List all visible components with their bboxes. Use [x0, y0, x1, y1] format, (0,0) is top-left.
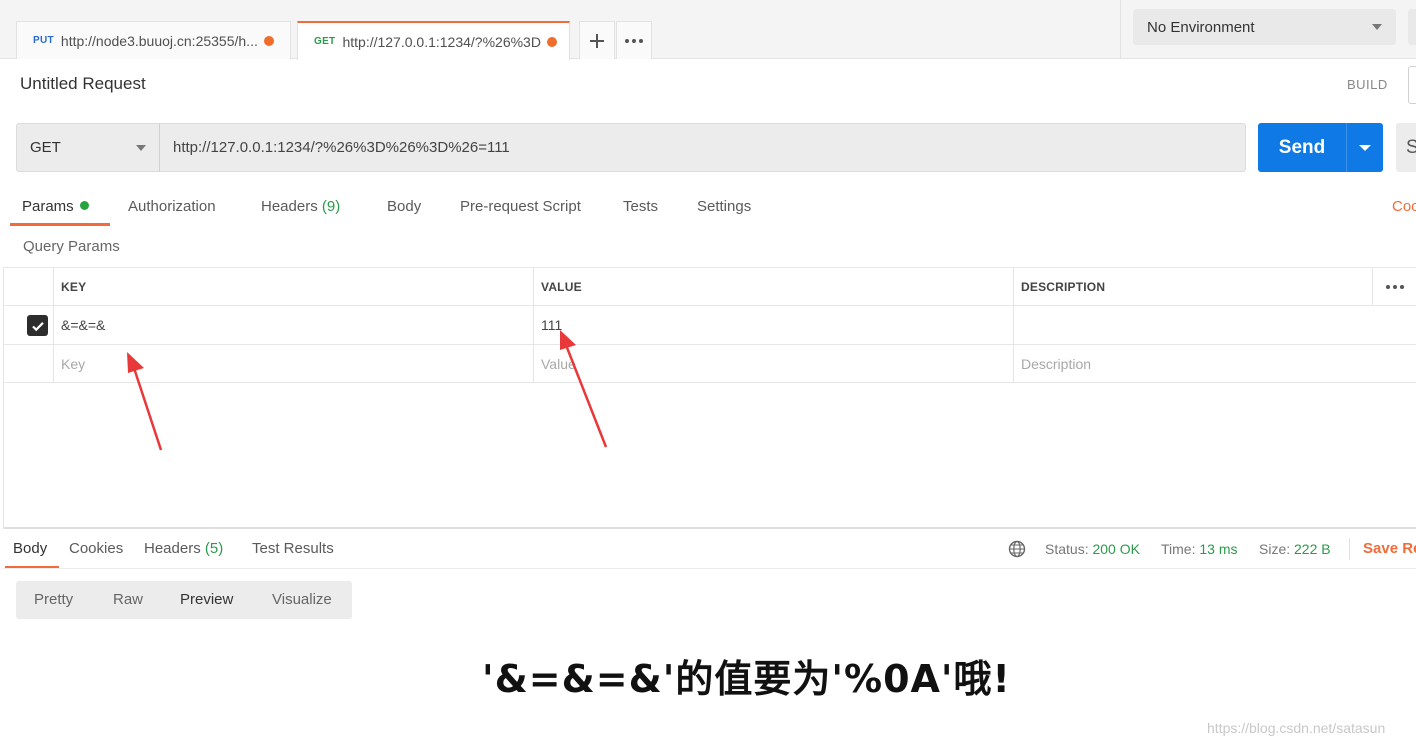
mode-toggle[interactable]	[1408, 66, 1416, 104]
response-time: Time: 13 ms	[1161, 541, 1238, 557]
request-tab-get[interactable]: GET http://127.0.0.1:1234/?%26%3D...	[297, 21, 570, 60]
table-header-row: KEY VALUE DESCRIPTION	[3, 267, 1416, 305]
request-tab-put[interactable]: PUT http://node3.buuoj.cn:25355/h...	[16, 21, 291, 59]
view-visualize-button[interactable]: Visualize	[272, 591, 332, 608]
view-pretty-button[interactable]: Pretty	[34, 591, 73, 608]
unsaved-dot-icon	[263, 35, 274, 46]
request-url-input[interactable]: http://127.0.0.1:1234/?%26%3D%26%3D%26=1…	[159, 123, 1246, 172]
chevron-down-icon	[1372, 24, 1382, 30]
tab-pre-request-script[interactable]: Pre-request Script	[460, 198, 581, 215]
tab-label: Headers	[144, 540, 201, 557]
column-header-description: DESCRIPTION	[1013, 268, 1372, 305]
checkmark-icon	[31, 321, 44, 331]
method-label: GET	[30, 139, 61, 156]
environment-label: No Environment	[1147, 18, 1255, 36]
code-link[interactable]: Coo	[1392, 198, 1416, 215]
divider	[1349, 538, 1350, 560]
watermark: https://blog.csdn.net/satasun	[1207, 720, 1386, 736]
response-preview-content: '&=&=&'的值要为'%0A'哦!	[482, 657, 1011, 701]
time-label: Time:	[1161, 541, 1196, 557]
size-label: Size:	[1259, 541, 1291, 557]
headers-count: (9)	[321, 198, 341, 215]
tab-label: Params	[22, 198, 74, 215]
save-button[interactable]: S	[1396, 123, 1416, 172]
tab-url: http://node3.buuoj.cn:25355/h...	[60, 32, 258, 49]
tab-method: GET	[314, 36, 336, 47]
column-header-key: KEY	[53, 268, 533, 305]
param-key-placeholder[interactable]: Key	[53, 345, 533, 382]
divider	[3, 568, 1416, 569]
tab-params[interactable]: Params	[22, 198, 89, 215]
response-size: Size: 222 B	[1259, 541, 1331, 557]
table-row: &=&=& 111	[3, 305, 1416, 344]
globe-icon[interactable]	[1008, 540, 1026, 558]
response-view-toggle: Pretty Raw Preview Visualize	[16, 581, 352, 619]
view-preview-button[interactable]: Preview	[180, 591, 233, 608]
tab-options-button[interactable]	[616, 21, 652, 59]
tab-tests[interactable]: Tests	[623, 198, 658, 215]
table-row-empty: Key Value Description	[3, 344, 1416, 382]
chevron-down-icon	[1359, 145, 1371, 151]
more-horizontal-icon	[625, 38, 643, 43]
param-description-cell[interactable]	[1013, 306, 1416, 344]
url-text: http://127.0.0.1:1234/?%26%3D%26%3D%26=1…	[173, 139, 510, 156]
request-title[interactable]: Untitled Request	[20, 74, 146, 94]
active-tab-indicator	[10, 223, 110, 226]
plus-icon	[590, 33, 604, 48]
more-horizontal-icon	[1385, 284, 1404, 289]
headers-count: (5)	[204, 540, 224, 557]
tab-method: PUT	[33, 35, 54, 46]
chevron-down-icon	[136, 145, 146, 151]
query-params-title: Query Params	[23, 238, 120, 255]
save-response-button[interactable]: Save Re	[1363, 540, 1416, 557]
request-tab-bar: PUT http://node3.buuoj.cn:25355/h... GET…	[0, 0, 1416, 60]
param-value-placeholder[interactable]: Value	[533, 345, 1013, 382]
time-value[interactable]: 13 ms	[1199, 541, 1237, 557]
tab-label: Headers	[261, 198, 318, 215]
send-options-button[interactable]	[1346, 123, 1383, 172]
send-button[interactable]: Send	[1258, 123, 1346, 172]
response-status: Status: 200 OK	[1045, 541, 1140, 557]
param-value-cell[interactable]: 111	[533, 306, 1013, 344]
tab-url: http://127.0.0.1:1234/?%26%3D...	[342, 33, 541, 50]
column-header-value: VALUE	[533, 268, 1013, 305]
bulk-edit-more-button[interactable]	[1372, 268, 1416, 305]
status-label: Status:	[1045, 541, 1089, 557]
active-dot-icon	[79, 201, 89, 210]
param-key-cell[interactable]: &=&=&	[53, 306, 533, 344]
status-value[interactable]: 200 OK	[1092, 541, 1139, 557]
response-tab-test-results[interactable]: Test Results	[252, 540, 334, 557]
new-tab-button[interactable]	[579, 21, 615, 59]
request-config-tabs: Params Authorization Headers (9) Body Pr…	[0, 188, 1416, 228]
build-mode-label[interactable]: BUILD	[1347, 77, 1388, 92]
divider	[1120, 0, 1121, 59]
tab-body[interactable]: Body	[387, 198, 421, 215]
view-raw-button[interactable]: Raw	[113, 591, 143, 608]
http-method-select[interactable]: GET	[16, 123, 160, 172]
table-bottom-border	[3, 382, 1416, 383]
size-value[interactable]: 222 B	[1294, 541, 1331, 557]
unsaved-dot-icon	[547, 36, 557, 47]
response-tab-body[interactable]: Body	[13, 540, 47, 557]
tab-authorization[interactable]: Authorization	[128, 198, 216, 215]
pane-divider[interactable]	[3, 527, 1416, 529]
param-enabled-checkbox[interactable]	[27, 315, 48, 336]
param-description-placeholder[interactable]: Description	[1013, 345, 1416, 382]
environment-select[interactable]: No Environment	[1133, 9, 1396, 45]
response-tab-headers[interactable]: Headers (5)	[144, 540, 223, 557]
tab-settings[interactable]: Settings	[697, 198, 751, 215]
response-tab-cookies[interactable]: Cookies	[69, 540, 123, 557]
tab-headers[interactable]: Headers (9)	[261, 198, 340, 215]
environment-quick-look-button[interactable]	[1408, 9, 1416, 45]
